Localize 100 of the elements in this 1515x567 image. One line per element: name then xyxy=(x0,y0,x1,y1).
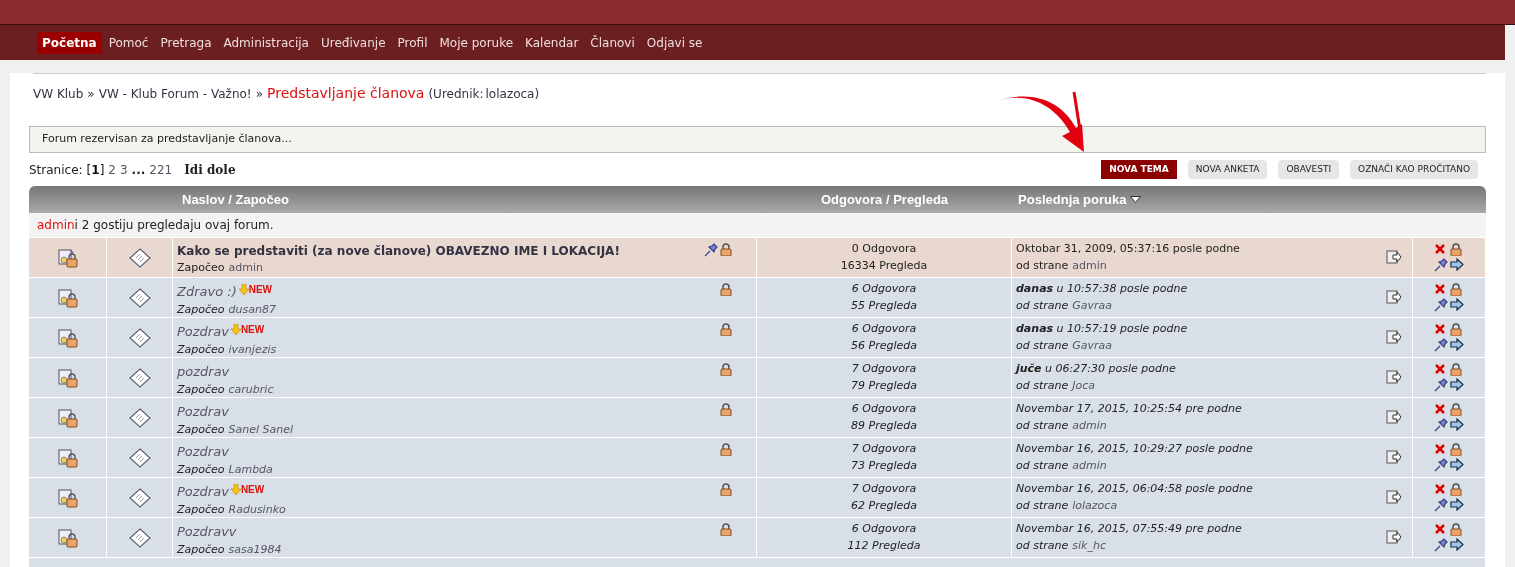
action-button[interactable]: NOVA ANKETA xyxy=(1187,160,1268,179)
column-header[interactable]: Poslednja poruka xyxy=(1018,189,1127,210)
page-link[interactable]: 3 xyxy=(119,160,128,179)
pin-icon[interactable] xyxy=(1434,498,1448,512)
reply-count: 0 Odgovora xyxy=(851,241,917,257)
topic-title[interactable]: Pozdrav xyxy=(177,442,229,462)
breadcrumb-current[interactable]: Predstavljanje članova xyxy=(267,83,425,104)
pin-icon[interactable] xyxy=(1434,378,1448,392)
starter-link[interactable]: Radusinko xyxy=(228,501,286,518)
action-button[interactable]: OBAVESTI xyxy=(1278,160,1340,179)
last-post-author-link[interactable]: admin xyxy=(1072,457,1107,474)
starter-label: Započeo xyxy=(177,461,225,478)
go-to-post-icon[interactable] xyxy=(1386,330,1402,345)
topic-title[interactable]: pozdrav xyxy=(177,362,230,382)
delete-icon[interactable] xyxy=(1434,243,1446,255)
viewer-link[interactable]: admin xyxy=(37,216,75,234)
lock-icon xyxy=(1450,323,1462,336)
last-post-author-link[interactable]: Joca xyxy=(1072,377,1096,394)
moderator-label: (Urednik: xyxy=(428,85,484,103)
move-arrow-icon[interactable] xyxy=(1450,458,1464,471)
pin-icon[interactable] xyxy=(1434,538,1448,552)
go-to-post-icon[interactable] xyxy=(1386,370,1402,385)
action-button[interactable]: NOVA TEMA xyxy=(1101,160,1177,179)
move-arrow-icon[interactable] xyxy=(1450,338,1464,351)
jump-down-link[interactable]: Idi dole xyxy=(184,160,236,179)
nav-link[interactable]: Odjavi se xyxy=(641,31,708,54)
starter-label: Započeo xyxy=(177,541,225,558)
move-arrow-icon[interactable] xyxy=(1450,538,1464,551)
page-link[interactable]: 221 xyxy=(149,160,173,179)
last-post-author-link[interactable]: lolazoca xyxy=(1072,497,1118,514)
last-post-author-link[interactable]: admin xyxy=(1072,257,1107,274)
delete-icon[interactable] xyxy=(1434,483,1446,495)
nav-link[interactable]: Pomoć xyxy=(103,31,154,54)
topic-title[interactable]: Pozdrav xyxy=(177,482,229,502)
last-post-author-link[interactable]: admin xyxy=(1072,417,1107,434)
breadcrumb-link[interactable]: VW - Klub Forum - Važno! xyxy=(98,84,252,103)
go-to-post-icon[interactable] xyxy=(1386,290,1402,305)
last-post-author-link[interactable]: Gavraa xyxy=(1072,297,1113,314)
starter-link[interactable]: Lambda xyxy=(228,461,273,478)
pin-icon[interactable] xyxy=(1434,458,1448,472)
topic-title[interactable]: Pozdravv xyxy=(177,522,237,542)
starter-label: Započeo xyxy=(177,501,225,518)
document-icon xyxy=(128,447,151,468)
move-arrow-icon[interactable] xyxy=(1450,258,1464,271)
last-post-author-link[interactable]: Gavraa xyxy=(1072,337,1113,354)
delete-icon[interactable] xyxy=(1434,443,1446,455)
lock-icon xyxy=(1450,483,1462,496)
last-post-time: Oktobar 31, 2009, 05:37:16 posle podne xyxy=(1016,241,1240,257)
nav-link[interactable]: Članovi xyxy=(585,31,640,54)
page-link[interactable]: 2 xyxy=(108,160,116,179)
go-to-post-icon[interactable] xyxy=(1386,530,1402,545)
nav-link[interactable]: Kalendar xyxy=(520,31,584,54)
delete-icon[interactable] xyxy=(1434,363,1446,375)
move-arrow-icon[interactable] xyxy=(1450,298,1464,311)
moderator-link[interactable]: lolazoca xyxy=(485,84,535,103)
starter-link[interactable]: admin xyxy=(228,260,263,277)
starter-link[interactable]: sasa1984 xyxy=(228,541,282,558)
go-to-post-icon[interactable] xyxy=(1386,410,1402,425)
delete-icon[interactable] xyxy=(1434,323,1446,335)
move-arrow-icon[interactable] xyxy=(1450,378,1464,391)
action-button[interactable]: OZNAČI KAO PROČITANO xyxy=(1350,160,1478,179)
starter-link[interactable]: dusan87 xyxy=(228,301,276,318)
topic-title[interactable]: Pozdrav xyxy=(177,322,229,342)
topic-title[interactable]: Kako se predstaviti (za nove članove) OBAVEZNO IME I LOKACIJA! xyxy=(177,242,620,260)
topic-title[interactable]: Pozdrav xyxy=(177,402,229,422)
pin-icon[interactable] xyxy=(1434,258,1448,272)
go-to-post-icon[interactable] xyxy=(1386,490,1402,505)
go-to-post-icon[interactable] xyxy=(1386,250,1402,265)
view-count: 112 Pregleda xyxy=(847,537,921,554)
page-link[interactable]: [1] xyxy=(86,160,105,179)
nav-link[interactable]: Profil xyxy=(392,31,433,54)
pin-icon[interactable] xyxy=(1434,418,1448,432)
pin-icon[interactable] xyxy=(1434,338,1448,352)
pin-icon[interactable] xyxy=(1434,298,1448,312)
move-arrow-icon[interactable] xyxy=(1450,498,1464,511)
sort-icon[interactable] xyxy=(1130,196,1142,203)
starter-link[interactable]: ivanjezis xyxy=(228,341,277,358)
nav-link[interactable]: Administracija xyxy=(218,31,314,54)
delete-icon[interactable] xyxy=(1434,403,1446,415)
last-post-by-label: od strane xyxy=(1016,537,1069,554)
last-post-author-link[interactable]: sik_hc xyxy=(1072,537,1106,554)
document-icon xyxy=(128,407,151,428)
move-arrow-icon[interactable] xyxy=(1450,418,1464,431)
nav-link[interactable]: Početna xyxy=(37,31,102,54)
go-to-post-icon[interactable] xyxy=(1386,450,1402,465)
starter-label: Započeo xyxy=(177,421,225,438)
starter-link[interactable]: carubric xyxy=(228,381,274,398)
delete-icon[interactable] xyxy=(1434,523,1446,535)
breadcrumb-link[interactable]: VW Klub xyxy=(33,84,84,103)
new-badge: NEW xyxy=(230,482,265,497)
delete-icon[interactable] xyxy=(1434,283,1446,295)
nav-link[interactable]: Moje poruke xyxy=(434,31,519,54)
view-count: 89 Pregleda xyxy=(851,417,917,434)
topic-title[interactable]: Zdravo :) xyxy=(177,282,237,302)
document-icon xyxy=(128,487,151,508)
nav-link[interactable]: Uređivanje xyxy=(315,31,391,54)
last-post-by-label: od strane xyxy=(1016,257,1069,274)
starter-link[interactable]: Sanel Sanel xyxy=(228,421,294,438)
nav-link[interactable]: Pretraga xyxy=(155,31,217,54)
pin-icon[interactable] xyxy=(704,243,718,257)
